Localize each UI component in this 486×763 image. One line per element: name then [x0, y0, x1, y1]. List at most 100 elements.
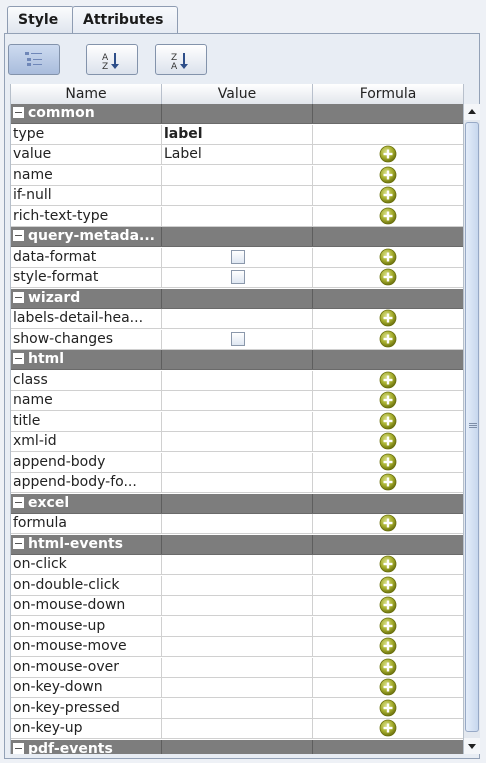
add-formula-icon[interactable]	[379, 268, 397, 286]
table-row[interactable]: title	[11, 411, 464, 432]
table-row[interactable]: data-format	[11, 247, 464, 268]
attribute-value[interactable]	[162, 206, 313, 226]
add-formula-icon[interactable]	[379, 412, 397, 430]
sort-ascending-button[interactable]: A Z	[86, 44, 138, 75]
attribute-formula[interactable]	[313, 575, 464, 595]
add-formula-icon[interactable]	[379, 596, 397, 614]
attribute-formula[interactable]	[313, 452, 464, 472]
table-row[interactable]: name	[11, 391, 464, 411]
attribute-value[interactable]	[162, 247, 313, 267]
collapse-icon[interactable]	[13, 107, 24, 118]
attribute-formula[interactable]	[313, 329, 464, 349]
add-formula-icon[interactable]	[379, 617, 397, 635]
attribute-formula[interactable]	[313, 165, 464, 185]
collapse-icon[interactable]	[13, 230, 24, 241]
add-formula-icon[interactable]	[379, 473, 397, 491]
table-row[interactable]: on-key-up	[11, 719, 464, 739]
attribute-formula[interactable]	[313, 124, 464, 144]
group-row[interactable]: html-events	[11, 534, 464, 555]
table-row[interactable]: on-mouse-move	[11, 637, 464, 657]
table-row[interactable]: labels-detail-hea...	[11, 309, 464, 329]
table-row[interactable]: on-key-pressed	[11, 698, 464, 719]
attribute-formula[interactable]	[313, 411, 464, 431]
scrollbar-thumb[interactable]	[465, 122, 479, 732]
add-formula-icon[interactable]	[379, 166, 397, 184]
add-formula-icon[interactable]	[379, 248, 397, 266]
table-row[interactable]: on-click	[11, 555, 464, 575]
add-formula-icon[interactable]	[379, 514, 397, 532]
scroll-down-arrow-icon[interactable]	[464, 738, 480, 754]
add-formula-icon[interactable]	[379, 207, 397, 225]
attribute-formula[interactable]	[313, 370, 464, 390]
table-row[interactable]: if-null	[11, 186, 464, 206]
attribute-value[interactable]	[162, 370, 313, 390]
attribute-value[interactable]: label	[162, 124, 313, 144]
sort-descending-button[interactable]: Z A	[155, 44, 207, 75]
table-row[interactable]: on-mouse-down	[11, 596, 464, 616]
group-row[interactable]: wizard	[11, 288, 464, 309]
vertical-scrollbar[interactable]	[463, 104, 480, 754]
attribute-value[interactable]	[162, 555, 313, 574]
attribute-formula[interactable]	[313, 473, 464, 492]
attribute-value[interactable]	[162, 514, 313, 533]
attribute-value[interactable]	[162, 309, 313, 328]
add-formula-icon[interactable]	[379, 699, 397, 717]
attribute-formula[interactable]	[313, 247, 464, 267]
collapse-icon[interactable]	[13, 742, 24, 754]
add-formula-icon[interactable]	[379, 555, 397, 573]
attribute-formula[interactable]	[313, 206, 464, 226]
table-row[interactable]: style-format	[11, 268, 464, 288]
value-checkbox[interactable]	[231, 249, 245, 264]
add-formula-icon[interactable]	[379, 453, 397, 471]
attribute-value[interactable]	[162, 596, 313, 615]
table-row[interactable]: on-double-click	[11, 575, 464, 596]
table-row[interactable]: append-body	[11, 452, 464, 473]
attribute-formula[interactable]	[313, 596, 464, 615]
add-formula-icon[interactable]	[379, 678, 397, 696]
value-checkbox[interactable]	[231, 270, 245, 284]
collapse-icon[interactable]	[13, 291, 24, 303]
attribute-formula[interactable]	[313, 145, 464, 164]
attribute-value[interactable]	[162, 329, 313, 349]
add-formula-icon[interactable]	[379, 309, 397, 327]
collapse-icon[interactable]	[13, 496, 24, 508]
table-row[interactable]: on-mouse-up	[11, 616, 464, 637]
attribute-value[interactable]	[162, 678, 313, 697]
add-formula-icon[interactable]	[379, 432, 397, 450]
attribute-value[interactable]	[162, 268, 313, 287]
column-header-name[interactable]: Name	[11, 84, 162, 104]
table-row[interactable]: value Label	[11, 145, 464, 165]
attribute-value[interactable]: Label	[162, 145, 313, 164]
add-formula-icon[interactable]	[379, 637, 397, 655]
attribute-formula[interactable]	[313, 678, 464, 697]
group-row[interactable]: pdf-events	[11, 739, 464, 754]
tab-attributes[interactable]: Attributes	[72, 6, 178, 33]
attribute-value[interactable]	[162, 186, 313, 205]
table-row[interactable]: on-key-down	[11, 678, 464, 698]
attribute-value[interactable]	[162, 657, 313, 677]
table-row[interactable]: formula	[11, 514, 464, 534]
table-row[interactable]: rich-text-type	[11, 206, 464, 227]
attribute-value[interactable]	[162, 575, 313, 595]
attribute-value[interactable]	[162, 391, 313, 410]
add-formula-icon[interactable]	[379, 576, 397, 594]
group-row[interactable]: common	[11, 104, 464, 124]
add-formula-icon[interactable]	[379, 391, 397, 409]
attribute-formula[interactable]	[313, 719, 464, 738]
attribute-formula[interactable]	[313, 657, 464, 677]
column-header-formula[interactable]: Formula	[313, 84, 464, 104]
attribute-formula[interactable]	[313, 514, 464, 533]
attribute-value[interactable]	[162, 473, 313, 492]
add-formula-icon[interactable]	[379, 186, 397, 204]
attribute-formula[interactable]	[313, 555, 464, 574]
attribute-formula[interactable]	[313, 698, 464, 718]
attribute-value[interactable]	[162, 165, 313, 185]
table-row[interactable]: append-body-fo...	[11, 473, 464, 493]
table-row[interactable]: on-mouse-over	[11, 657, 464, 678]
attribute-value[interactable]	[162, 452, 313, 472]
add-formula-icon[interactable]	[379, 145, 397, 163]
attribute-formula[interactable]	[313, 637, 464, 656]
attribute-formula[interactable]	[313, 391, 464, 410]
table-row[interactable]: xml-id	[11, 432, 464, 452]
attribute-formula[interactable]	[313, 432, 464, 451]
